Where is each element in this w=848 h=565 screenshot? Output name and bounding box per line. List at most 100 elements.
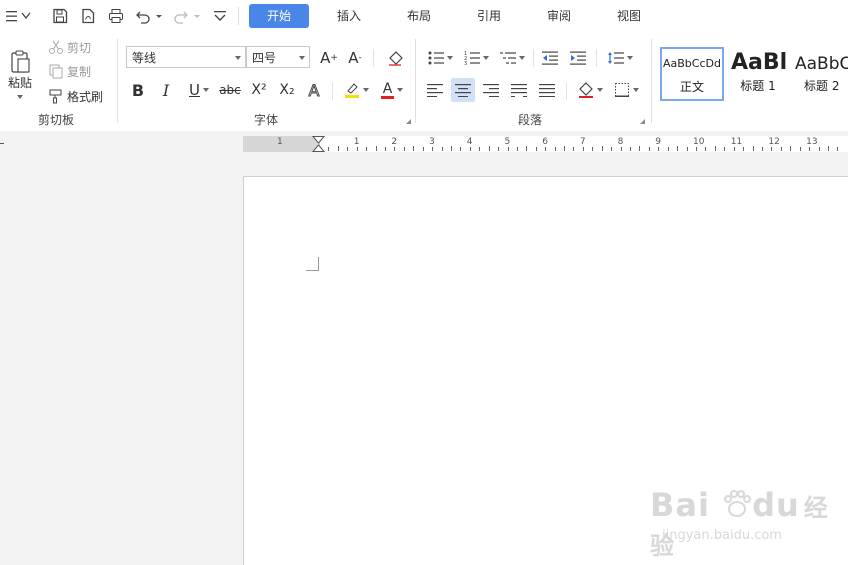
copy-button[interactable]: 复制 [48,62,91,80]
highlight-color-button[interactable] [340,80,372,100]
borders-button[interactable] [610,80,642,100]
chevron-down-icon [17,94,23,99]
justify-button[interactable] [536,80,558,100]
customize-toolbar-button[interactable] [210,6,230,26]
highlighter-icon [344,83,359,98]
watermark-brand: Bai [650,486,710,524]
font-color-icon: A [380,80,395,99]
tab-insert[interactable]: 插入 [321,4,377,28]
cut-label: 剪切 [67,40,92,55]
ruler-tick [687,147,688,151]
ruler-number: 1 [353,137,360,147]
align-center-button[interactable] [451,78,475,102]
multilevel-list-icon [499,52,516,64]
ruler-tick [658,147,659,151]
ruler-number: 6 [542,137,548,147]
bullet-list-icon [428,51,444,65]
chevron-down-icon [202,88,209,92]
numbered-list-button[interactable]: 123 [461,48,491,68]
vertical-ruler-marker [0,143,4,144]
ruler-tick [404,147,405,151]
ruler-tick [432,147,433,151]
shrink-font-button[interactable]: A- [344,48,366,68]
style-name: 正文 [679,80,704,94]
format-painter-button[interactable]: 格式刷 [48,87,103,105]
tab-layout[interactable]: 布局 [391,4,447,28]
paw-icon [724,490,752,517]
line-spacing-button[interactable] [604,48,636,68]
format-painter-label: 格式刷 [67,89,104,104]
clipboard-group-label: 剪切板 [37,113,74,127]
shading-button[interactable] [574,80,606,100]
undo-icon [136,11,162,24]
italic-button[interactable]: I [156,80,176,100]
font-color-button[interactable]: A [376,80,408,100]
ruler-tick [621,147,622,151]
ruler-tick [781,147,782,151]
cut-button[interactable]: 剪切 [48,38,91,56]
subscript-button[interactable]: X₂ [275,80,299,100]
undo-button[interactable] [134,6,164,26]
tab-review[interactable]: 审阅 [531,4,587,28]
ruler-number: 1 [277,137,283,147]
font-size-value: 四号 [252,51,277,65]
shrink-font-icon: A [348,49,359,67]
font-size-select[interactable]: 四号 [246,46,310,68]
divider [533,49,534,67]
underline-button[interactable]: U [184,80,214,100]
align-right-button[interactable] [480,80,502,100]
align-right-icon [483,84,499,97]
superscript-button[interactable]: X² [247,80,271,100]
ruler-tick [394,147,395,151]
print-icon [109,9,123,23]
tab-references[interactable]: 引用 [461,4,517,28]
tab-view[interactable]: 视图 [601,4,657,28]
clear-format-button[interactable] [384,48,406,68]
align-left-button[interactable] [424,80,446,100]
bold-button[interactable]: B [128,80,148,100]
font-name-select[interactable]: 等线 [126,46,246,68]
style-heading-2[interactable]: AaBbC 标题 2 [790,47,848,101]
ruler-tick [338,146,339,151]
borders-icon [614,83,629,97]
paste-button[interactable]: 粘贴 [4,45,36,103]
ruler-tick [583,147,584,151]
font-dialog-launcher-icon[interactable] [406,119,411,124]
ruler-tick [677,146,678,151]
horizontal-ruler[interactable]: 1 1 2 3 4 5 6 7 8 9 10 11 12 13 [243,136,848,152]
ruler-tick [630,147,631,151]
style-heading-1[interactable]: AaBl 标题 1 [726,47,790,101]
ruler-number: 8 [617,137,624,147]
ruler-number: 2 [391,137,398,147]
text-effect-button[interactable]: A [303,80,325,100]
export-pdf-button[interactable] [78,6,98,26]
print-button[interactable] [106,6,126,26]
ruler-tick [611,147,612,151]
style-preview: AaBbC [795,54,848,74]
ruler-number: 13 [806,137,818,147]
ruler-tick [517,147,518,151]
font-group-label: 字体 [253,113,278,127]
paragraph-group-label: 段落 [517,113,542,127]
ruler-tick [451,146,452,151]
increase-indent-button[interactable] [568,48,588,68]
ruler-number: 9 [655,137,662,147]
strikethrough-button[interactable]: abc [218,80,242,100]
paragraph-dialog-launcher-icon[interactable] [640,119,645,124]
style-normal[interactable]: AaBbCcDd 正文 [660,47,724,101]
tab-home[interactable]: 开始 [249,4,309,28]
save-button[interactable] [50,6,70,26]
indent-marker-icon[interactable] [312,136,326,152]
multilevel-list-button[interactable] [497,48,527,68]
ruler-tick [460,147,461,151]
watermark-brand-tail: du [752,486,800,524]
bullet-list-button[interactable] [425,48,455,68]
decrease-indent-button[interactable] [540,48,560,68]
redo-button[interactable] [172,6,202,26]
underline-label: U [189,81,200,99]
ruler-tick [545,147,546,151]
grow-font-button[interactable]: A + [318,48,340,68]
divider [566,82,567,100]
distributed-align-button[interactable] [508,80,530,100]
main-menu-button[interactable] [2,6,36,26]
